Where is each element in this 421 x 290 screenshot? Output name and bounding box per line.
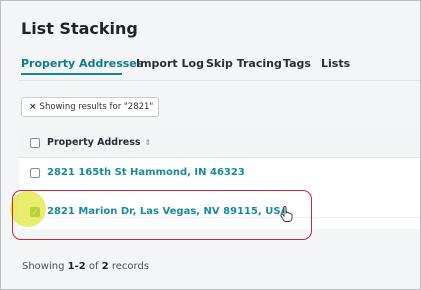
filter-chip[interactable]: × Showing results for "2821" [21, 97, 159, 117]
filter-chip-label: Showing results for "2821" [39, 102, 154, 112]
page-title: List Stacking [21, 19, 138, 38]
column-header-property-address[interactable]: Property Address ⇕ [47, 137, 151, 148]
tab-tags[interactable]: Tags [283, 57, 311, 70]
tabs-divider [19, 80, 420, 81]
tab-skip-tracing[interactable]: Skip Tracing [206, 57, 282, 70]
pointer-hand-icon [280, 206, 293, 222]
pagination-summary: Showing 1-2 of 2 records [22, 261, 149, 272]
address-link[interactable]: 2821 165th St Hammond, IN 46323 [47, 167, 245, 178]
footer-total: 2 [101, 261, 109, 272]
column-header-label: Property Address [47, 137, 141, 148]
tab-lists[interactable]: Lists [321, 57, 350, 70]
footer-prefix: Showing [22, 261, 65, 272]
select-all-checkbox[interactable] [30, 138, 40, 148]
close-icon[interactable]: × [29, 102, 37, 112]
app-window: List Stacking Property Addresses Import … [0, 0, 421, 290]
tab-bar: Property Addresses Import Log Skip Traci… [21, 57, 420, 79]
table-row[interactable]: 2821 165th St Hammond, IN 46323 [19, 158, 420, 189]
active-tab-indicator [21, 73, 122, 75]
footer-range: 1-2 [67, 261, 86, 272]
footer-suffix: records [111, 261, 150, 272]
tab-property-addresses[interactable]: Property Addresses [21, 57, 143, 70]
table-header: Property Address ⇕ [19, 129, 420, 158]
annotation-outline [12, 190, 312, 240]
tab-import-log[interactable]: Import Log [136, 57, 204, 70]
footer-of: of [88, 261, 99, 272]
row-checkbox[interactable] [30, 168, 40, 178]
sort-icon[interactable]: ⇕ [145, 138, 152, 147]
